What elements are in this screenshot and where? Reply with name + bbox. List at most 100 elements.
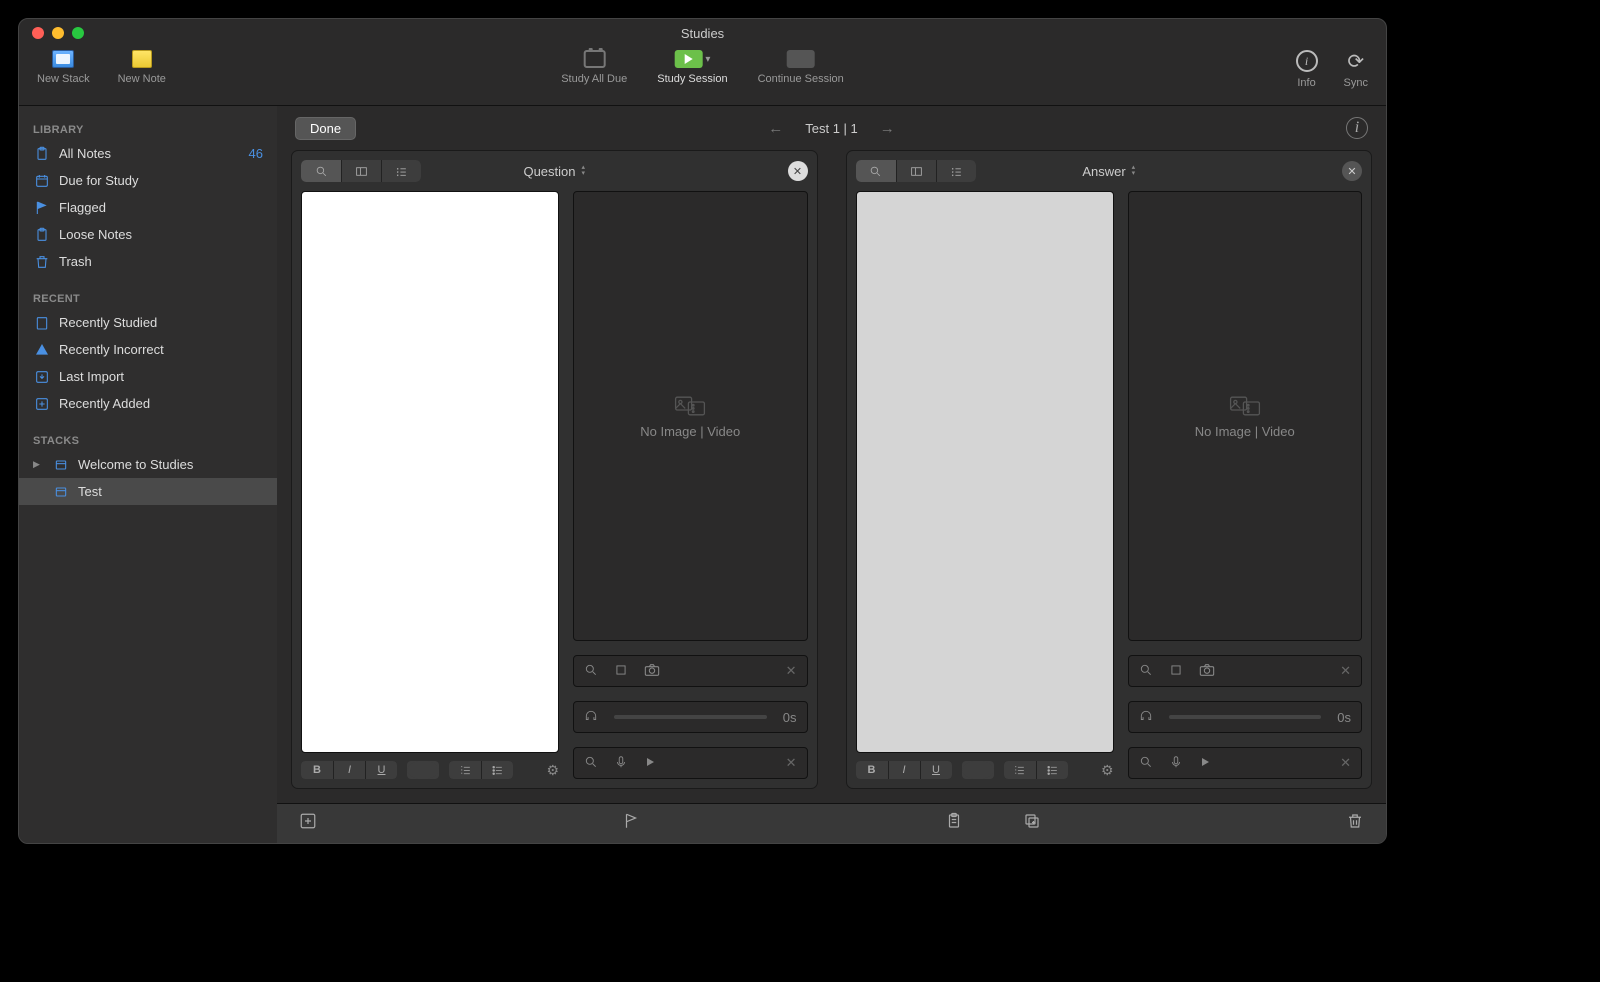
study-session-button[interactable]: ▾ Study Session	[657, 50, 727, 85]
import-icon	[33, 368, 50, 385]
color-picker-button[interactable]	[407, 761, 439, 779]
duplicate-button[interactable]	[1023, 812, 1041, 835]
audio-slider[interactable]	[614, 715, 767, 719]
recent-header: RECENT	[19, 285, 277, 309]
disclosure-triangle-icon[interactable]: ▶	[33, 459, 43, 470]
search-audio-button[interactable]	[584, 755, 598, 772]
sidebar-item-all-notes[interactable]: All Notes 46	[19, 140, 277, 167]
camera-button[interactable]	[1199, 663, 1215, 680]
view-mode-list[interactable]	[936, 160, 976, 182]
calendar-icon	[583, 50, 605, 68]
done-button[interactable]: Done	[295, 117, 356, 140]
sidebar-item-test[interactable]: Test	[19, 478, 277, 505]
remove-image-button[interactable]: ✕	[786, 663, 797, 679]
audio-duration: 0s	[783, 710, 797, 725]
unordered-list-button[interactable]	[481, 761, 513, 779]
remove-audio-button[interactable]: ✕	[786, 755, 797, 771]
sync-button[interactable]: ⟳ Sync	[1344, 50, 1368, 89]
remove-image-button[interactable]: ✕	[1340, 663, 1351, 679]
continue-session-button[interactable]: Continue Session	[758, 50, 844, 85]
camera-button[interactable]	[644, 663, 660, 680]
underline-button[interactable]: U	[365, 761, 397, 779]
text-settings-button[interactable]: ⚙	[546, 762, 559, 779]
new-stack-button[interactable]: New Stack	[37, 50, 90, 85]
ordered-list-button[interactable]	[449, 761, 481, 779]
sidebar-item-label: Recently Added	[59, 396, 150, 411]
study-all-due-button[interactable]: Study All Due	[561, 50, 627, 85]
answer-audio-controls: ✕	[1128, 747, 1363, 779]
no-media-label: No Image | Video	[640, 424, 740, 439]
new-stack-label: New Stack	[37, 73, 90, 85]
note-info-button[interactable]: i	[1346, 117, 1368, 139]
sidebar-item-trash[interactable]: Trash	[19, 248, 277, 275]
question-media-well[interactable]: No Image | Video	[573, 191, 808, 641]
add-note-button[interactable]	[299, 812, 317, 835]
clear-question-button[interactable]: ✕	[788, 161, 808, 181]
remove-audio-button[interactable]: ✕	[1340, 755, 1351, 771]
underline-button[interactable]: U	[920, 761, 952, 779]
color-wheel-icon	[407, 761, 439, 779]
ordered-list-button[interactable]	[1004, 761, 1036, 779]
view-mode-search[interactable]	[856, 160, 896, 182]
bold-button[interactable]: B	[856, 761, 888, 779]
stack-icon	[52, 456, 69, 473]
info-button[interactable]: i Info	[1296, 50, 1318, 89]
crop-button[interactable]	[614, 663, 628, 680]
sidebar-item-label: Last Import	[59, 369, 124, 384]
sidebar-item-flagged[interactable]: Flagged	[19, 194, 277, 221]
play-audio-button[interactable]	[1199, 756, 1211, 771]
stack-icon	[52, 483, 69, 500]
crop-button[interactable]	[1169, 663, 1183, 680]
search-audio-button[interactable]	[1139, 755, 1153, 772]
mic-button[interactable]	[614, 755, 628, 772]
trash-icon	[33, 253, 50, 270]
sidebar-item-last-import[interactable]: Last Import	[19, 363, 277, 390]
sidebar-item-recently-studied[interactable]: Recently Studied	[19, 309, 277, 336]
zoom-window-button[interactable]	[72, 27, 84, 39]
mic-button[interactable]	[1169, 755, 1183, 772]
sort-icon[interactable]: ▴▾	[582, 165, 586, 177]
question-text-area[interactable]	[301, 191, 559, 753]
flag-note-button[interactable]	[622, 811, 640, 836]
delete-button[interactable]	[1346, 812, 1364, 835]
color-picker-button[interactable]	[962, 761, 994, 779]
prev-note-button[interactable]: ←	[768, 120, 783, 137]
italic-button[interactable]: I	[888, 761, 920, 779]
clipboard-button[interactable]	[945, 812, 963, 835]
audio-slider[interactable]	[1169, 715, 1322, 719]
app-window: Studies New Stack New Note Study All Due…	[18, 18, 1387, 844]
text-settings-button[interactable]: ⚙	[1101, 762, 1114, 779]
answer-media-well[interactable]: No Image | Video	[1128, 191, 1363, 641]
answer-view-segment	[856, 160, 976, 182]
search-image-button[interactable]	[584, 663, 598, 680]
close-window-button[interactable]	[32, 27, 44, 39]
italic-button[interactable]: I	[333, 761, 365, 779]
all-notes-count: 46	[249, 146, 263, 161]
sidebar-item-due[interactable]: Due for Study	[19, 167, 277, 194]
view-mode-split[interactable]	[896, 160, 936, 182]
sort-icon[interactable]: ▴▾	[1132, 165, 1136, 177]
view-mode-search[interactable]	[301, 160, 341, 182]
play-icon	[674, 50, 702, 68]
minimize-window-button[interactable]	[52, 27, 64, 39]
body: LIBRARY All Notes 46 Due for Study Flagg…	[19, 105, 1386, 843]
unordered-list-button[interactable]	[1036, 761, 1068, 779]
bold-button[interactable]: B	[301, 761, 333, 779]
answer-text-area[interactable]	[856, 191, 1114, 753]
clear-answer-button[interactable]: ✕	[1342, 161, 1362, 181]
view-mode-split[interactable]	[341, 160, 381, 182]
list-segment	[449, 761, 513, 779]
sidebar-item-loose[interactable]: Loose Notes	[19, 221, 277, 248]
play-audio-button[interactable]	[644, 756, 656, 771]
next-note-button[interactable]: →	[880, 120, 895, 137]
sidebar-item-label: Due for Study	[59, 173, 139, 188]
new-note-button[interactable]: New Note	[118, 50, 166, 85]
sidebar-item-recently-added[interactable]: Recently Added	[19, 390, 277, 417]
library-header: LIBRARY	[19, 116, 277, 140]
sidebar-item-recently-incorrect[interactable]: Recently Incorrect	[19, 336, 277, 363]
main-header: Done ← Test 1 | 1 → i	[277, 106, 1386, 150]
sidebar-item-welcome[interactable]: ▶ Welcome to Studies	[19, 451, 277, 478]
view-mode-list[interactable]	[381, 160, 421, 182]
search-image-button[interactable]	[1139, 663, 1153, 680]
media-placeholder-icon	[674, 394, 706, 418]
